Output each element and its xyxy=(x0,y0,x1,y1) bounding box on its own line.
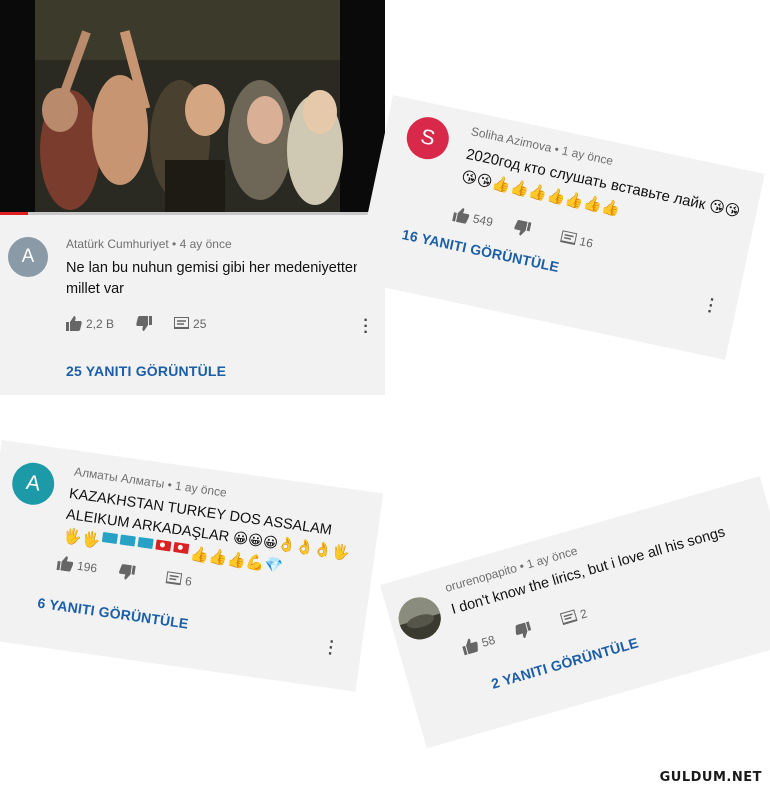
thumbs-down-icon xyxy=(514,220,532,236)
comment-icon xyxy=(174,317,190,329)
comment-count: 2 xyxy=(578,605,589,622)
comment-card-3: A Алматы Алматы • 1 ay önce KAZAKHSTAN T… xyxy=(0,440,384,692)
thumbs-up-icon xyxy=(452,208,470,224)
hand-emojis: 🖐🖐 xyxy=(62,527,102,550)
like-button[interactable]: 2,2 B xyxy=(66,316,114,331)
view-replies-button[interactable]: 6 YANITI GÖRÜNTÜLE xyxy=(37,595,190,632)
like-count: 2,2 B xyxy=(86,316,115,331)
reply-button[interactable]: 6 xyxy=(165,571,193,589)
like-button[interactable]: 58 xyxy=(461,632,497,656)
comment-text: Ne lan bu nuhun gemisi gibi her medeniye… xyxy=(66,260,362,297)
avatar-letter: S xyxy=(418,124,438,151)
like-button[interactable]: 196 xyxy=(56,555,98,575)
watermark-logo: GULDUM.NET xyxy=(659,770,762,785)
thumbs-down-icon xyxy=(136,316,153,331)
comment-card-4: orurenopapito • 1 ay önce I don't know t… xyxy=(380,476,770,749)
dislike-button[interactable] xyxy=(513,219,532,237)
kazakhstan-flag-icon xyxy=(137,537,155,550)
reply-button[interactable]: 25 xyxy=(174,317,206,331)
comment-count: 16 xyxy=(578,233,595,251)
comment-icon xyxy=(165,571,183,586)
comment-time: • 4 ay önce xyxy=(172,237,232,251)
dislike-button[interactable] xyxy=(136,316,153,331)
thumbs-up-icon xyxy=(66,316,82,331)
like-button[interactable]: 549 xyxy=(452,206,494,229)
reply-button[interactable]: 2 xyxy=(560,606,589,627)
like-count: 58 xyxy=(479,632,497,650)
dislike-button[interactable] xyxy=(514,621,534,640)
avatar[interactable]: A xyxy=(8,237,48,277)
more-options-icon[interactable]: · · · xyxy=(327,634,336,663)
thumbs-up-icon xyxy=(56,556,74,572)
kazakhstan-flag-icon xyxy=(102,532,119,545)
avatar[interactable]: S xyxy=(402,113,453,164)
reply-button[interactable]: 16 xyxy=(559,230,595,251)
comment-icon xyxy=(560,609,579,626)
comment-card-2: S Soliha Azimova • 1 ay önce 2020год кто… xyxy=(353,95,765,360)
turkey-flag-icon xyxy=(173,542,190,555)
thumbs-down-icon xyxy=(119,564,136,580)
comment-time: • 1 ay önce xyxy=(166,477,228,500)
avatar-letter: A xyxy=(21,246,35,267)
avatar-photo-image xyxy=(393,592,446,645)
avatar-letter: A xyxy=(24,470,42,496)
comment-actions: 2,2 B 25 xyxy=(66,316,228,331)
turkey-flag-icon xyxy=(155,539,172,552)
comment-meta: Atatürk Cumhuriyet • 4 ay önce xyxy=(66,237,232,251)
more-options-icon[interactable]: · · · xyxy=(705,291,716,320)
dislike-button[interactable] xyxy=(118,564,136,581)
view-replies-button[interactable]: 2 YANITI GÖRÜNTÜLE xyxy=(489,634,640,691)
video-frame-image xyxy=(0,0,385,215)
author-name[interactable]: Atatürk Cumhuriyet xyxy=(66,237,169,251)
comment-icon xyxy=(559,230,578,246)
comment-count: 25 xyxy=(193,316,207,331)
video-progress-bar[interactable] xyxy=(0,212,385,215)
kazakhstan-flag-icon xyxy=(119,534,137,547)
like-count: 549 xyxy=(471,211,495,229)
like-count: 196 xyxy=(76,558,99,575)
avatar[interactable] xyxy=(393,592,446,645)
comment-count: 6 xyxy=(184,573,193,589)
thumbs-up-icon xyxy=(462,638,478,656)
avatar[interactable]: A xyxy=(9,460,57,508)
view-replies-button[interactable]: 25 YANITI GÖRÜNTÜLE xyxy=(66,363,226,379)
thumbs-down-icon xyxy=(515,621,532,639)
video-thumbnail[interactable] xyxy=(0,0,385,215)
comment-card-1: A Atatürk Cumhuriyet • 4 ay önce Ne lan … xyxy=(0,0,385,395)
more-options-icon[interactable]: · · · xyxy=(363,313,369,341)
